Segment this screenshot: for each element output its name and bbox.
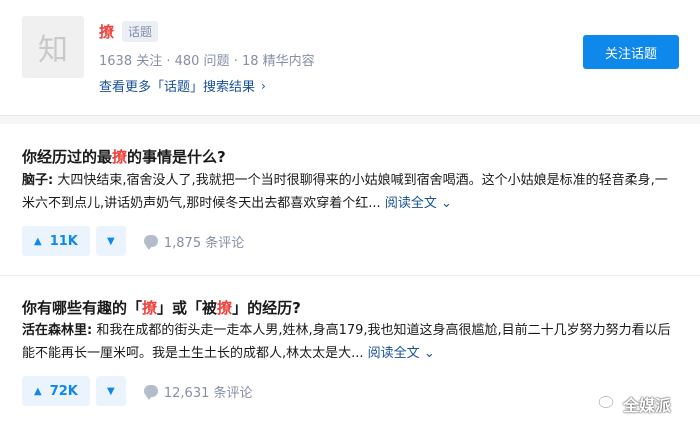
answer-excerpt-text: 大四快结束,宿舍没人了,我就把一个当时很聊得来的小姑娘喊到宿舍喝酒。这个小姑娘是… <box>22 173 668 211</box>
comments-button[interactable]: 12,631 条评论 <box>143 382 253 401</box>
question-title-highlight: 撩 <box>112 148 128 166</box>
read-more-link[interactable]: 阅读全文 ⌄ <box>368 346 435 361</box>
topic-title-row: 撩 话题 <box>99 21 159 42</box>
comment-bubble-icon <box>143 235 158 250</box>
question-title-text: 」或「被 <box>157 299 218 317</box>
upvote-triangle-icon: ▲ <box>34 235 42 247</box>
search-results-list: 你经历过的最撩的事情是什么? 脑子: 大四快结束,宿舍没人了,我就把一个当时很聊… <box>0 124 700 430</box>
comments-button[interactable]: 1,875 条评论 <box>143 232 245 251</box>
chevron-down-icon: ⌄ <box>440 196 452 211</box>
upvote-button[interactable]: ▲ 11K <box>22 226 90 256</box>
vote-count: 72K <box>49 383 78 399</box>
read-more-label: 阅读全文 <box>367 346 420 361</box>
chevron-right-icon: › <box>261 78 266 93</box>
topic-name[interactable]: 撩 <box>99 21 114 42</box>
chevron-down-icon: ⌄ <box>423 346 435 361</box>
answer-excerpt-text: 和我在成都的街头走一走本人男,姓林,身高179,我也知道这身高很尴尬,目前二十几… <box>22 323 671 361</box>
result-item: 你有哪些有趣的「撩」或「被撩」的经历? 活在森林里: 和我在成都的街头走一走本人… <box>0 276 700 430</box>
question-title-text: 你经历过的最 <box>22 148 113 166</box>
comments-count: 12,631 条评论 <box>163 385 253 401</box>
topic-avatar[interactable]: 知 <box>22 16 84 78</box>
read-more-link[interactable]: 阅读全文 ⌄ <box>385 196 452 211</box>
result-item: 你经历过的最撩的事情是什么? 脑子: 大四快结束,宿舍没人了,我就把一个当时很聊… <box>0 124 700 276</box>
question-title-highlight: 撩 <box>142 299 158 317</box>
question-title-text: 的事情是什么? <box>127 148 226 166</box>
question-title[interactable]: 你经历过的最撩的事情是什么? <box>22 146 226 167</box>
read-more-label: 阅读全文 <box>384 196 437 211</box>
question-title-text: 你有哪些有趣的「 <box>22 299 143 317</box>
more-results-link[interactable]: 查看更多「话题」搜索结果 › <box>99 76 266 96</box>
question-title-text: 」的经历? <box>232 299 301 317</box>
answer-actions: ▲ 11K ▼ 1,875 条评论 <box>22 226 244 256</box>
topic-card: 知 撩 话题 1638 关注 · 480 问题 · 18 精华内容 查看更多「话… <box>0 0 700 116</box>
watermark: 全媒派 <box>598 392 671 416</box>
vote-count: 11K <box>49 233 78 249</box>
answer-excerpt[interactable]: 活在森林里: 和我在成都的街头走一走本人男,姓林,身高179,我也知道这身高很尴… <box>22 319 678 365</box>
answer-author[interactable]: 脑子: <box>22 173 53 188</box>
follow-topic-button[interactable]: 关注话题 <box>583 35 679 69</box>
answer-author[interactable]: 活在森林里: <box>22 323 92 338</box>
downvote-button[interactable]: ▼ <box>95 376 126 406</box>
upvote-button[interactable]: ▲ 72K <box>22 376 90 406</box>
answer-excerpt[interactable]: 脑子: 大四快结束,宿舍没人了,我就把一个当时很聊得来的小姑娘喊到宿舍喝酒。这个… <box>22 169 678 215</box>
question-title[interactable]: 你有哪些有趣的「撩」或「被撩」的经历? <box>22 297 301 318</box>
watermark-text: 全媒派 <box>623 396 672 415</box>
comment-bubble-icon <box>143 385 158 400</box>
downvote-triangle-icon: ▼ <box>107 385 115 397</box>
upvote-triangle-icon: ▲ <box>34 385 42 397</box>
topic-tag-badge: 话题 <box>122 21 159 42</box>
downvote-button[interactable]: ▼ <box>95 226 126 256</box>
question-title-highlight: 撩 <box>217 299 233 317</box>
more-results-label: 查看更多「话题」搜索结果 <box>99 80 256 95</box>
downvote-triangle-icon: ▼ <box>107 235 115 247</box>
answer-actions: ▲ 72K ▼ 12,631 条评论 <box>22 376 253 406</box>
topic-stats: 1638 关注 · 480 问题 · 18 精华内容 <box>99 54 315 69</box>
wechat-logo-icon <box>598 395 618 412</box>
comments-count: 1,875 条评论 <box>163 235 245 251</box>
